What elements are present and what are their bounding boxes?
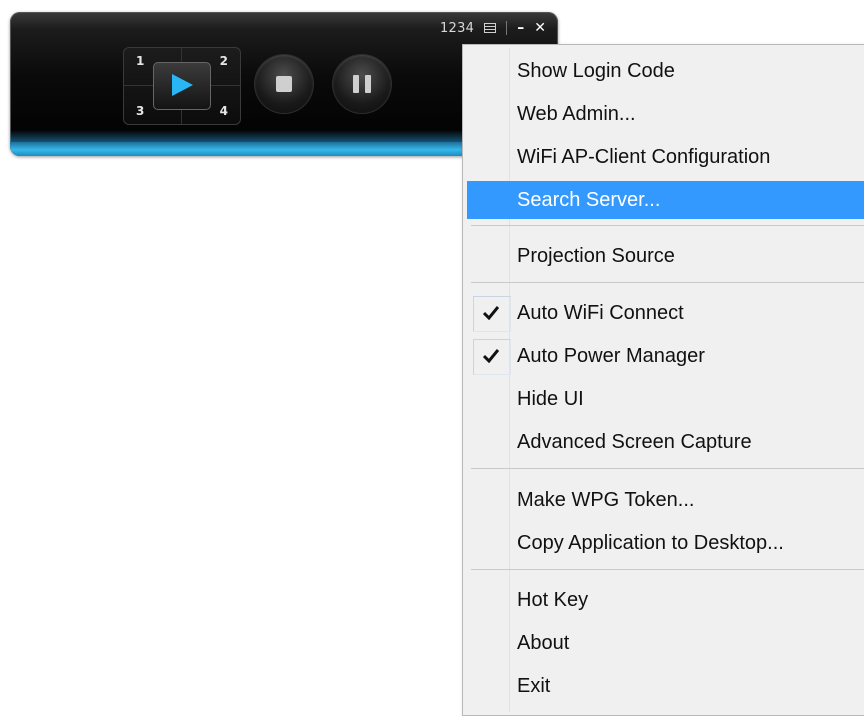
stop-icon bbox=[276, 76, 292, 92]
menu-item-label: Exit bbox=[517, 675, 551, 697]
quadrant-3-button[interactable]: 3 bbox=[136, 104, 144, 118]
menu-item-show-login-code[interactable]: Show Login Code bbox=[467, 52, 864, 90]
menu-item-label: Auto WiFi Connect bbox=[517, 302, 684, 324]
menu-item-web-admin[interactable]: Web Admin... bbox=[467, 95, 864, 133]
checkmark-icon bbox=[479, 337, 505, 375]
menu-item-hot-key[interactable]: Hot Key bbox=[467, 581, 864, 619]
titlebar-divider bbox=[506, 21, 508, 35]
menu-item-label: Show Login Code bbox=[517, 60, 675, 82]
menu-item-label: Auto Power Manager bbox=[517, 345, 705, 367]
pause-icon-bar bbox=[365, 75, 371, 93]
menu-separator bbox=[471, 468, 864, 469]
checkmark-icon bbox=[479, 294, 505, 332]
pause-icon bbox=[353, 75, 359, 93]
minimize-icon[interactable]: – bbox=[517, 20, 524, 36]
menu-item-make-wpg-token[interactable]: Make WPG Token... bbox=[467, 481, 864, 519]
menu-item-hide-ui[interactable]: Hide UI bbox=[467, 380, 864, 418]
context-menu: Show Login Code Web Admin... WiFi AP-Cli… bbox=[462, 44, 864, 716]
menu-item-advanced-screen-capture[interactable]: Advanced Screen Capture bbox=[467, 423, 864, 461]
menu-item-copy-application-to-desktop[interactable]: Copy Application to Desktop... bbox=[467, 524, 864, 562]
quadrant-2-button[interactable]: 2 bbox=[220, 54, 228, 68]
menu-item-label: Advanced Screen Capture bbox=[517, 431, 752, 453]
menu-item-search-server[interactable]: Search Server... bbox=[467, 181, 864, 219]
quadrant-4-button[interactable]: 4 bbox=[220, 104, 228, 118]
menu-item-label: About bbox=[517, 632, 570, 654]
close-icon[interactable]: ✕ bbox=[534, 20, 546, 36]
menu-item-label: Projection Source bbox=[517, 245, 675, 267]
quadrant-1-button[interactable]: 1 bbox=[136, 54, 144, 68]
play-icon bbox=[172, 74, 193, 96]
stop-button[interactable] bbox=[255, 55, 313, 113]
login-code: 1234 bbox=[439, 20, 475, 36]
menu-item-auto-power-manager[interactable]: Auto Power Manager bbox=[467, 337, 864, 375]
menu-separator bbox=[471, 569, 864, 570]
menu-item-label: Hide UI bbox=[517, 388, 584, 410]
menu-item-label: WiFi AP-Client Configuration bbox=[517, 146, 771, 168]
play-button[interactable] bbox=[153, 62, 211, 110]
split-screen-selector: 1 2 3 4 bbox=[123, 47, 241, 125]
menu-item-about[interactable]: About bbox=[467, 624, 864, 662]
grid-icon[interactable] bbox=[484, 23, 497, 33]
menu-separator bbox=[471, 282, 864, 283]
player-titlebar: 1234 – ✕ bbox=[440, 18, 546, 38]
menu-item-exit[interactable]: Exit bbox=[467, 667, 864, 705]
menu-item-auto-wifi-connect[interactable]: Auto WiFi Connect bbox=[467, 294, 864, 332]
menu-item-wifi-ap-client-configuration[interactable]: WiFi AP-Client Configuration bbox=[467, 138, 864, 176]
menu-item-label: Web Admin... bbox=[517, 103, 636, 125]
menu-item-projection-source[interactable]: Projection Source bbox=[467, 237, 864, 275]
pause-button[interactable] bbox=[333, 55, 391, 113]
menu-item-label: Hot Key bbox=[517, 589, 589, 611]
menu-separator bbox=[471, 225, 864, 226]
menu-item-label: Copy Application to Desktop... bbox=[517, 532, 784, 554]
menu-item-label: Make WPG Token... bbox=[517, 489, 695, 511]
menu-item-label: Search Server... bbox=[517, 189, 661, 211]
